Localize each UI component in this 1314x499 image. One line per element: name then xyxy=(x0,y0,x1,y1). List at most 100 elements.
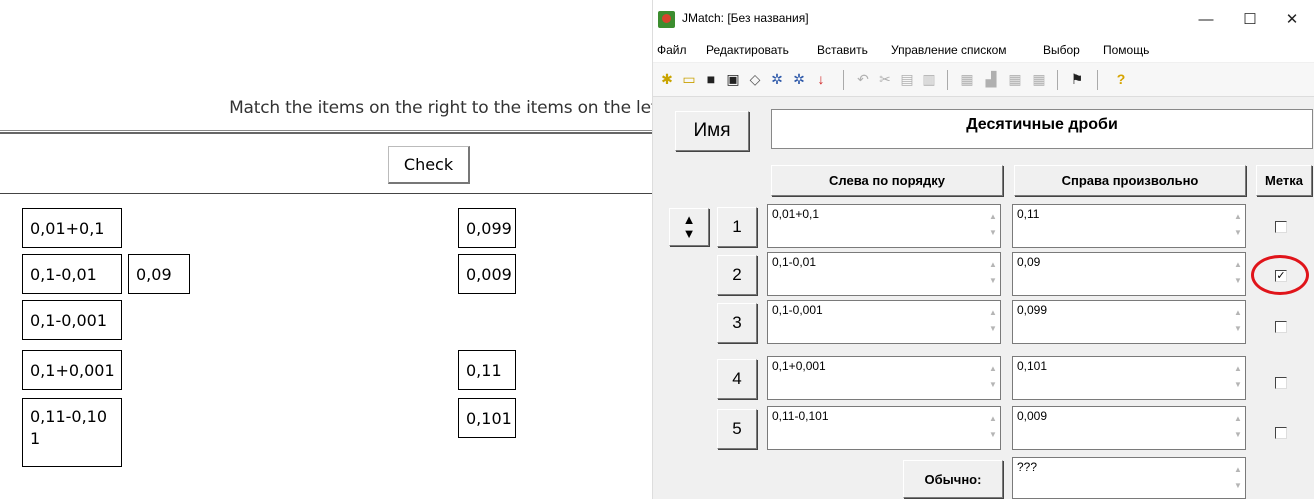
scrollbar[interactable]: ▲ ▼ xyxy=(1233,257,1243,291)
left-item-field[interactable]: 0,01+0,1 ▲ ▼ xyxy=(767,204,1001,248)
web-export-icon[interactable]: ✲ xyxy=(767,69,787,89)
right-item-field[interactable]: 0,101 ▲ ▼ xyxy=(1012,356,1246,400)
row-number-button[interactable]: 2 xyxy=(717,255,757,295)
down-arrow-icon[interactable]: ▼ xyxy=(683,227,696,241)
exercise-title-field[interactable]: Десятичные дроби xyxy=(771,109,1313,149)
scroll-up-icon[interactable]: ▲ xyxy=(988,209,998,225)
menu-edit[interactable]: Редактировать xyxy=(706,43,789,57)
tool-icon-3[interactable]: ▦ xyxy=(1005,69,1025,89)
scrollbar[interactable]: ▲ ▼ xyxy=(1233,305,1243,339)
row-number-button[interactable]: 5 xyxy=(717,409,757,449)
scrollbar[interactable]: ▲ ▼ xyxy=(1233,361,1243,395)
right-item-field[interactable]: 0,11 ▲ ▼ xyxy=(1012,204,1246,248)
name-button[interactable]: Имя xyxy=(675,111,749,151)
new-file-icon[interactable]: ✱ xyxy=(657,69,677,89)
menu-help[interactable]: Помощь xyxy=(1103,43,1149,57)
row-number-button[interactable]: 4 xyxy=(717,359,757,399)
help-icon[interactable]: ? xyxy=(1111,69,1131,89)
menu-file[interactable]: Файл xyxy=(657,43,687,57)
eraser-icon[interactable]: ◇ xyxy=(745,69,765,89)
scroll-down-icon[interactable]: ▼ xyxy=(1233,478,1243,494)
row-number-button[interactable]: 1 xyxy=(717,207,757,247)
answer-tile[interactable]: 0,009 xyxy=(458,254,516,294)
maximize-button[interactable]: ☐ xyxy=(1235,6,1265,32)
scroll-up-icon[interactable]: ▲ xyxy=(1233,462,1243,478)
reorder-arrows[interactable]: ▲ ▼ xyxy=(669,208,709,246)
left-item-field[interactable]: 0,1+0,001 ▲ ▼ xyxy=(767,356,1001,400)
scroll-up-icon[interactable]: ▲ xyxy=(1233,257,1243,273)
scroll-down-icon[interactable]: ▼ xyxy=(1233,427,1243,443)
scroll-down-icon[interactable]: ▼ xyxy=(1233,377,1243,393)
scrollbar[interactable]: ▲ ▼ xyxy=(1233,209,1243,243)
scroll-down-icon[interactable]: ▼ xyxy=(1233,225,1243,241)
scrollbar[interactable]: ▲ ▼ xyxy=(988,305,998,339)
paste-icon[interactable]: ▥ xyxy=(919,69,939,89)
flag-icon[interactable]: ⚑ xyxy=(1067,69,1087,89)
scroll-up-icon[interactable]: ▲ xyxy=(988,361,998,377)
right-item-field[interactable]: 0,09 ▲ ▼ xyxy=(1012,252,1246,296)
undo-icon[interactable]: ↶ xyxy=(853,69,873,89)
column-header-right[interactable]: Справа произвольно xyxy=(1014,165,1246,196)
scroll-down-icon[interactable]: ▼ xyxy=(988,321,998,337)
down-arrow-icon[interactable]: ↓ xyxy=(811,69,831,89)
scroll-down-icon[interactable]: ▼ xyxy=(988,377,998,393)
up-arrow-icon[interactable]: ▲ xyxy=(683,213,696,227)
column-header-mark[interactable]: Метка xyxy=(1256,165,1312,196)
window-title: JMatch: [Без названия] xyxy=(682,11,809,25)
answer-tile[interactable]: 0,11 xyxy=(458,350,516,390)
left-item-text: 0,01+0,1 xyxy=(772,207,820,221)
scrollbar[interactable]: ▲ ▼ xyxy=(1233,411,1243,445)
scroll-down-icon[interactable]: ▼ xyxy=(1233,321,1243,337)
default-answer-field[interactable]: ??? ▲ ▼ xyxy=(1012,457,1246,499)
copy-icon[interactable]: ▤ xyxy=(897,69,917,89)
right-item-field[interactable]: 0,009 ▲ ▼ xyxy=(1012,406,1246,450)
placed-answer-tile[interactable]: 0,09 xyxy=(128,254,190,294)
scrollbar[interactable]: ▲ ▼ xyxy=(988,411,998,445)
title-bar: JMatch: [Без названия] — ☐ ✕ xyxy=(653,0,1314,38)
tool-icon-1[interactable]: ▦ xyxy=(957,69,977,89)
right-item-field[interactable]: 0,099 ▲ ▼ xyxy=(1012,300,1246,344)
scroll-down-icon[interactable]: ▼ xyxy=(988,427,998,443)
scrollbar[interactable]: ▲ ▼ xyxy=(988,209,998,243)
mark-checkbox[interactable] xyxy=(1275,427,1287,439)
scroll-down-icon[interactable]: ▼ xyxy=(988,225,998,241)
tool-icon-2[interactable]: ▟ xyxy=(981,69,1001,89)
scrollbar[interactable]: ▲ ▼ xyxy=(1233,462,1243,496)
cut-icon[interactable]: ✂ xyxy=(875,69,895,89)
menu-insert[interactable]: Вставить xyxy=(817,43,868,57)
scroll-up-icon[interactable]: ▲ xyxy=(1233,305,1243,321)
mark-checkbox[interactable] xyxy=(1275,377,1287,389)
left-item: 0,1-0,01 xyxy=(22,254,122,294)
scroll-up-icon[interactable]: ▲ xyxy=(988,411,998,427)
tool-icon-4[interactable]: ▦ xyxy=(1029,69,1049,89)
left-item-field[interactable]: 0,1-0,001 ▲ ▼ xyxy=(767,300,1001,344)
check-button[interactable]: Check xyxy=(388,146,470,184)
scrollbar[interactable]: ▲ ▼ xyxy=(988,257,998,291)
row-number-button[interactable]: 3 xyxy=(717,303,757,343)
left-item-text: 0,1+0,001 xyxy=(772,359,826,373)
mark-checkbox[interactable] xyxy=(1275,221,1287,233)
left-item-field[interactable]: 0,1-0,01 ▲ ▼ xyxy=(767,252,1001,296)
scroll-down-icon[interactable]: ▼ xyxy=(1233,273,1243,289)
scroll-up-icon[interactable]: ▲ xyxy=(1233,209,1243,225)
default-button[interactable]: Обычно: xyxy=(903,460,1003,498)
scroll-up-icon[interactable]: ▲ xyxy=(988,257,998,273)
save-icon[interactable]: ■ xyxy=(701,69,721,89)
menu-select[interactable]: Выбор xyxy=(1043,43,1080,57)
scroll-up-icon[interactable]: ▲ xyxy=(988,305,998,321)
web-export-alt-icon[interactable]: ✲ xyxy=(789,69,809,89)
scroll-down-icon[interactable]: ▼ xyxy=(988,273,998,289)
scroll-up-icon[interactable]: ▲ xyxy=(1233,361,1243,377)
mark-checkbox[interactable] xyxy=(1275,321,1287,333)
scroll-up-icon[interactable]: ▲ xyxy=(1233,411,1243,427)
column-header-left[interactable]: Слева по порядку xyxy=(771,165,1003,196)
scrollbar[interactable]: ▲ ▼ xyxy=(988,361,998,395)
minimize-button[interactable]: — xyxy=(1191,6,1221,32)
left-item-field[interactable]: 0,11-0,101 ▲ ▼ xyxy=(767,406,1001,450)
open-folder-icon[interactable]: ▭ xyxy=(679,69,699,89)
answer-tile[interactable]: 0,101 xyxy=(458,398,516,438)
answer-tile[interactable]: 0,099 xyxy=(458,208,516,248)
close-button[interactable]: ✕ xyxy=(1277,6,1307,32)
menu-list-management[interactable]: Управление списком xyxy=(891,43,1007,57)
save-as-icon[interactable]: ▣ xyxy=(723,69,743,89)
